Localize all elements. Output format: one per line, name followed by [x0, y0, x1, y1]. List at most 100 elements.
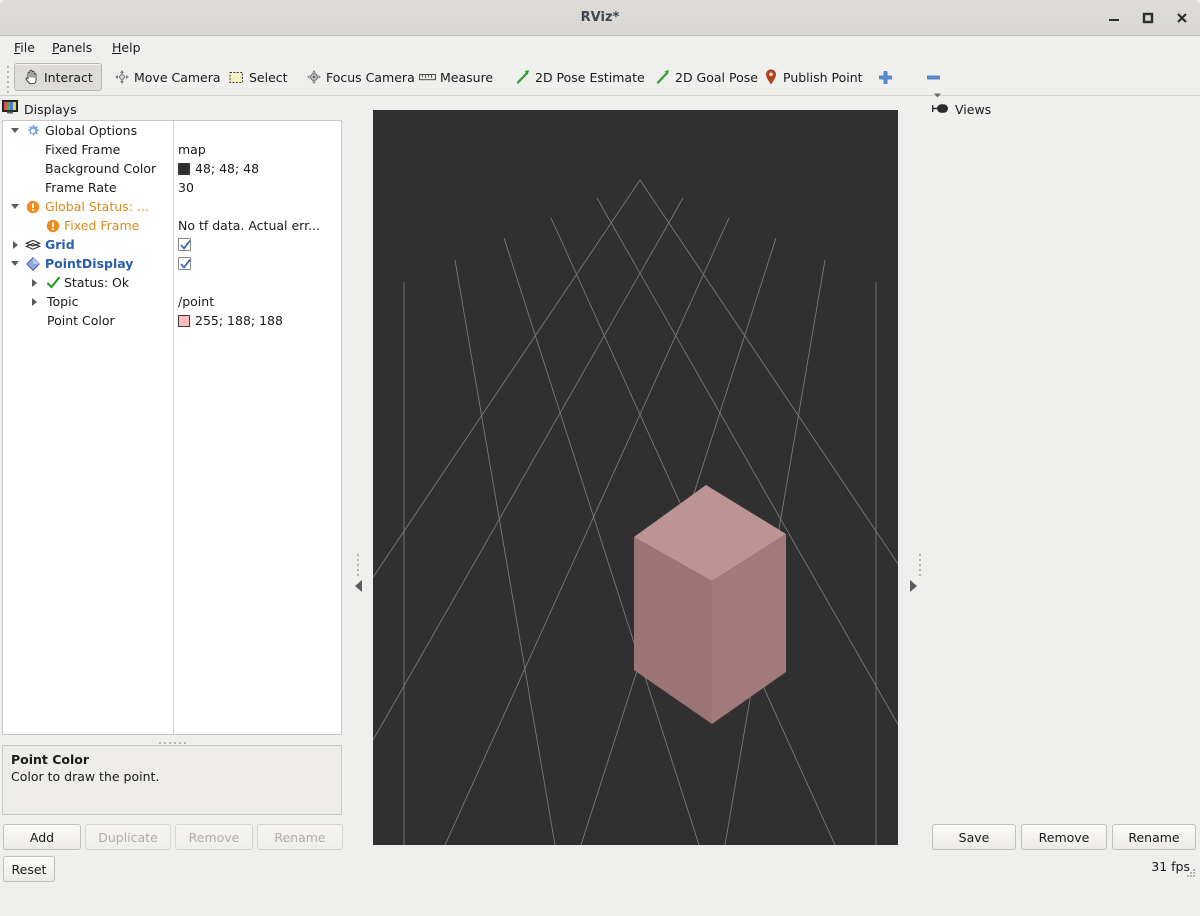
collapse-left-icon[interactable] [355, 580, 362, 592]
displays-tree[interactable]: Global Options Fixed Frame map Backgroun… [2, 120, 342, 735]
tree-row-point-display[interactable]: PointDisplay [3, 254, 341, 273]
displays-panel-title: Displays [2, 98, 341, 120]
tree-row-frame-rate[interactable]: Frame Rate 30 [3, 178, 341, 197]
tool-2d-goal-pose[interactable]: 2D Goal Pose [645, 63, 767, 91]
maximize-icon[interactable] [1139, 9, 1157, 27]
tree-row-point-color[interactable]: Point Color 255; 188; 188 [3, 311, 341, 330]
expand-arrow-global-options[interactable] [8, 121, 22, 140]
remove-view-button[interactable]: Remove [1021, 824, 1107, 850]
window-title: RViz* [0, 0, 1200, 36]
fps-counter: 31 fps [1100, 859, 1190, 875]
menu-file[interactable]: File [6, 36, 43, 60]
save-view-button[interactable]: Save [932, 824, 1016, 850]
menu-help-label: elp [121, 40, 140, 55]
tree-label: Global Options [45, 121, 137, 140]
tool-move-camera[interactable]: Move Camera [104, 63, 230, 91]
minimize-icon[interactable] [1105, 9, 1123, 27]
move-camera-icon [113, 69, 130, 86]
collapse-right-icon[interactable] [910, 580, 917, 592]
selection-box-icon [228, 69, 245, 86]
tree-row-status-fixed-frame[interactable]: Fixed Frame No tf data. Actual err... [3, 216, 341, 235]
tree-label: Fixed Frame [64, 216, 139, 235]
tool-add[interactable] [868, 63, 903, 91]
window-titlebar: RViz* [0, 0, 1200, 36]
tree-row-background-color[interactable]: Background Color 48; 48; 48 [3, 159, 341, 178]
expand-arrow-global-status[interactable] [8, 197, 22, 216]
tree-label: Point Color [47, 311, 115, 330]
tree-value[interactable]: map [178, 140, 206, 159]
grid-enabled-checkbox[interactable] [178, 238, 191, 251]
displays-panel-label: Displays [24, 102, 77, 117]
tool-2d-pose-estimate-label: 2D Pose Estimate [535, 70, 645, 85]
tree-label: Global Status: ... [45, 197, 149, 216]
reset-button[interactable]: Reset [3, 856, 55, 882]
tree-value: No tf data. Actual err... [178, 216, 320, 235]
views-panel-label: Views [955, 102, 991, 117]
point-display-enabled-checkbox[interactable] [178, 257, 191, 270]
tree-value-wrap[interactable]: 255; 188; 188 [178, 311, 283, 330]
menu-panels-label: anels [59, 40, 92, 55]
ground-grid [373, 180, 898, 845]
point-cube [634, 485, 786, 724]
expand-arrow-status[interactable] [27, 273, 41, 292]
displays-monitor-icon [2, 100, 18, 118]
views-panel-title: Views [932, 98, 1198, 120]
tool-2d-goal-pose-label: 2D Goal Pose [675, 70, 758, 85]
tree-label: Grid [45, 235, 75, 254]
tree-value: 48; 48; 48 [195, 161, 259, 176]
left-splitter[interactable] [344, 110, 372, 845]
views-camera-icon [932, 102, 949, 117]
views-panel: Views × Type: Orbit (rviz_defau Zero Cur… [928, 98, 1200, 883]
tool-focus-camera-label: Focus Camera [326, 70, 415, 85]
tree-label: Status: Ok [64, 273, 129, 292]
tree-row-grid[interactable]: Grid [3, 235, 341, 254]
rename-button[interactable]: Rename [257, 824, 343, 850]
expand-arrow-grid[interactable] [8, 235, 22, 254]
rename-view-button[interactable]: Rename [1112, 824, 1196, 850]
resize-grip[interactable] [1186, 869, 1196, 879]
tree-label: Background Color [45, 159, 156, 178]
tree-row-topic[interactable]: Topic /point [3, 292, 341, 311]
menu-file-label: ile [20, 40, 35, 55]
point-display-icon [25, 255, 41, 272]
remove-button[interactable]: Remove [175, 824, 253, 850]
gear-icon [25, 122, 41, 139]
map-pin-icon [762, 69, 779, 86]
description-box: Point Color Color to draw the point. [2, 745, 342, 815]
render-viewport[interactable] [373, 110, 898, 845]
tool-2d-pose-estimate[interactable]: 2D Pose Estimate [505, 63, 654, 91]
plus-icon [877, 69, 894, 86]
tree-row-fixed-frame[interactable]: Fixed Frame map [3, 140, 341, 159]
expand-arrow-topic[interactable] [27, 292, 41, 311]
tool-measure[interactable]: Measure [410, 63, 502, 91]
tree-row-status-ok[interactable]: Status: Ok [3, 273, 341, 292]
grid-icon [25, 236, 41, 253]
description-title: Point Color [11, 752, 333, 767]
warning-icon [45, 217, 61, 234]
tool-move-camera-label: Move Camera [134, 70, 221, 85]
right-splitter[interactable] [899, 110, 927, 845]
tool-focus-camera[interactable]: Focus Camera [296, 63, 424, 91]
tree-value[interactable]: /point [178, 292, 214, 311]
tool-interact[interactable]: Interact [14, 63, 102, 91]
tree-value: 255; 188; 188 [195, 313, 283, 328]
tool-select[interactable]: Select [219, 63, 297, 91]
close-icon[interactable] [1173, 9, 1191, 27]
tree-row-global-status[interactable]: Global Status: ... [3, 197, 341, 216]
color-swatch[interactable] [178, 163, 190, 175]
tree-label: Frame Rate [45, 178, 117, 197]
menu-panels[interactable]: Panels [44, 36, 100, 60]
viewport-scene [373, 110, 898, 845]
tool-publish-point[interactable]: Publish Point [753, 63, 872, 91]
add-button[interactable]: Add [3, 824, 81, 850]
expand-arrow-point-display[interactable] [8, 254, 22, 273]
tree-row-global-options[interactable]: Global Options [3, 121, 341, 140]
toolbar-grip[interactable] [7, 66, 11, 86]
duplicate-button[interactable]: Duplicate [85, 824, 171, 850]
minus-icon [925, 69, 942, 86]
color-swatch[interactable] [178, 315, 190, 327]
tree-value[interactable]: 30 [178, 178, 194, 197]
menu-help[interactable]: Help [104, 36, 149, 60]
tree-label: PointDisplay [45, 254, 133, 273]
tree-value-wrap[interactable]: 48; 48; 48 [178, 159, 259, 178]
